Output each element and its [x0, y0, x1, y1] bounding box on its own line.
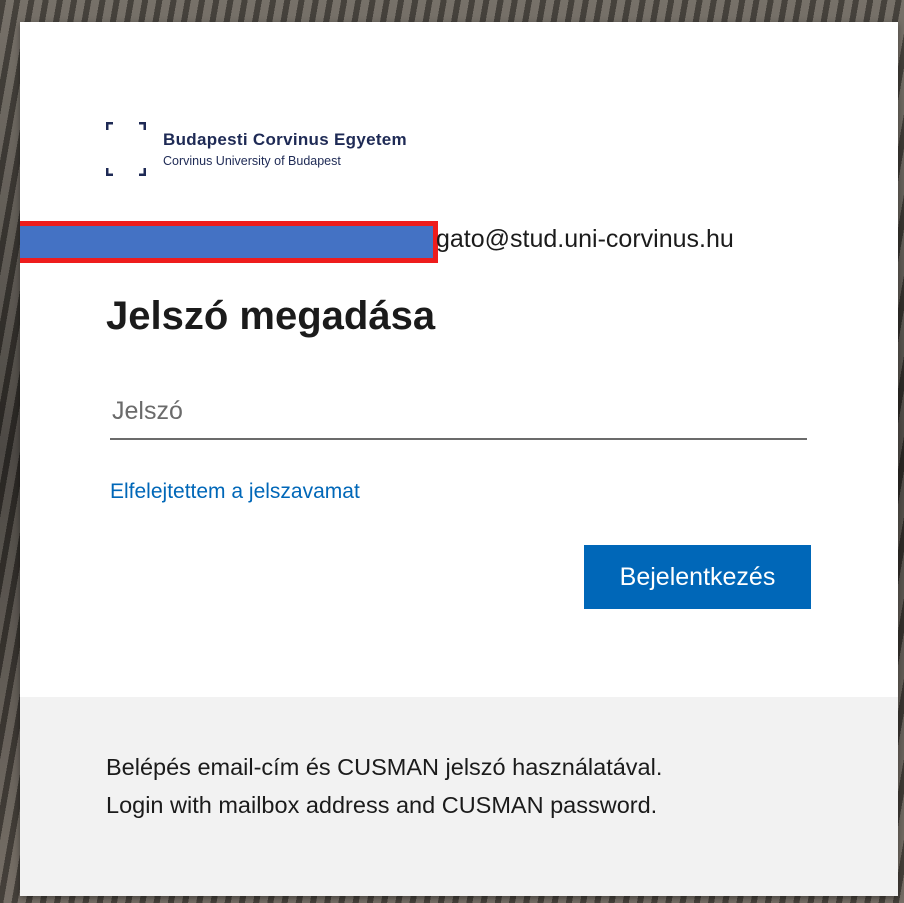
- logo-subtitle: Corvinus University of Budapest: [163, 154, 341, 168]
- page-title: Jelszó megadása: [106, 294, 436, 338]
- footer-info: Belépés email-cím és CUSMAN jelszó haszn…: [20, 697, 898, 896]
- corner-brackets-icon: [106, 122, 146, 176]
- forgot-password-link[interactable]: Elfelejtettem a jelszavamat: [110, 480, 360, 504]
- signin-card: Budapesti Corvinus Egyetem Corvinus Univ…: [20, 22, 898, 896]
- account-identity[interactable]: gato@stud.uni-corvinus.hu: [436, 225, 734, 254]
- footer-text-hu: Belépés email-cím és CUSMAN jelszó haszn…: [106, 754, 663, 780]
- university-logo: Budapesti Corvinus Egyetem Corvinus Univ…: [106, 122, 466, 178]
- logo-name: Budapesti Corvinus Egyetem: [163, 130, 407, 149]
- redaction-box: [20, 221, 438, 263]
- signin-button[interactable]: Bejelentkezés: [584, 545, 811, 609]
- footer-text-en: Login with mailbox address and CUSMAN pa…: [106, 792, 658, 818]
- password-input[interactable]: [110, 384, 807, 440]
